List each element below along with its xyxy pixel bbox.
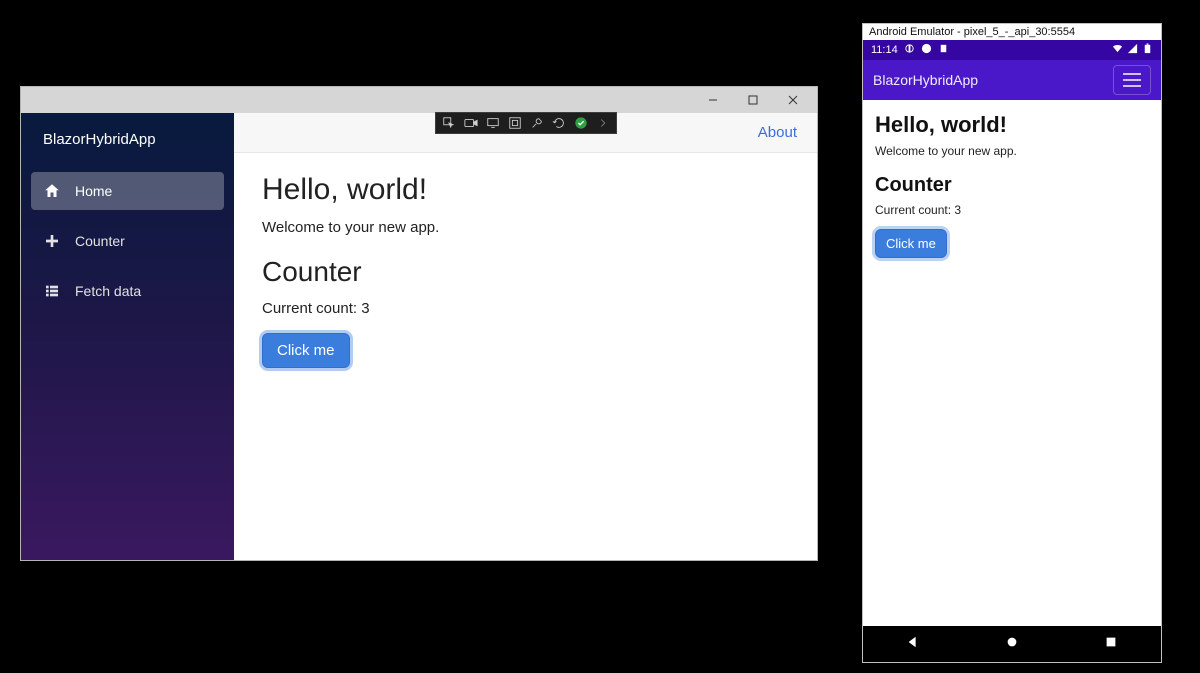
hamburger-line-icon xyxy=(1123,73,1141,75)
main-content: About Hello, world! Welcome to your new … xyxy=(234,113,817,560)
dev-status-ok-icon[interactable] xyxy=(571,114,591,132)
android-home-button[interactable] xyxy=(1005,635,1019,654)
nav-item-fetch-data[interactable]: Fetch data xyxy=(31,272,224,310)
window-minimize-button[interactable] xyxy=(695,89,731,111)
hamburger-menu-button[interactable] xyxy=(1113,65,1151,95)
hamburger-line-icon xyxy=(1123,79,1141,81)
welcome-text: Welcome to your new app. xyxy=(262,219,789,236)
count-label: Current count: xyxy=(262,300,361,317)
dev-tools-icon[interactable] xyxy=(527,114,547,132)
dev-frame-icon[interactable] xyxy=(505,114,525,132)
dev-display-icon[interactable] xyxy=(483,114,503,132)
mobile-click-me-button[interactable]: Click me xyxy=(875,229,947,258)
window-close-button[interactable] xyxy=(775,89,811,111)
status-wifi-icon xyxy=(1112,43,1123,57)
status-debug-icon xyxy=(904,43,915,57)
current-count-line: Current count: 3 xyxy=(262,300,789,317)
android-status-bar: 11:14 xyxy=(863,40,1161,60)
page-heading: Hello, world! xyxy=(262,173,789,207)
android-back-button[interactable] xyxy=(906,635,920,654)
android-recents-button[interactable] xyxy=(1104,635,1118,654)
count-value: 3 xyxy=(361,300,369,317)
nav-item-label: Home xyxy=(75,183,112,199)
sidebar: BlazorHybridApp Home Counter xyxy=(21,113,234,560)
mobile-count-label: Current count: xyxy=(875,203,954,217)
mobile-app-title: BlazorHybridApp xyxy=(873,72,978,88)
window-maximize-button[interactable] xyxy=(735,89,771,111)
page-content: Hello, world! Welcome to your new app. C… xyxy=(234,153,817,388)
status-notification-icon xyxy=(938,43,949,57)
nav-item-label: Fetch data xyxy=(75,283,141,299)
mobile-current-count-line: Current count: 3 xyxy=(875,203,1149,217)
mobile-page-heading: Hello, world! xyxy=(875,112,1149,138)
emulator-window-title: Android Emulator - pixel_5_-_api_30:5554 xyxy=(863,24,1161,40)
content-topbar: About xyxy=(234,113,817,153)
dev-toolbar xyxy=(435,112,617,134)
status-app-icon xyxy=(921,43,932,57)
emulator-screen: 11:14 BlazorHybridApp Hello, world! Welc… xyxy=(863,40,1161,662)
window-titlebar xyxy=(21,87,817,113)
desktop-window: BlazorHybridApp Home Counter xyxy=(21,87,817,560)
app-brand: BlazorHybridApp xyxy=(21,113,234,172)
dev-record-icon[interactable] xyxy=(461,114,481,132)
dev-select-element-icon[interactable] xyxy=(439,114,459,132)
mobile-welcome-text: Welcome to your new app. xyxy=(875,144,1149,158)
android-emulator-window: Android Emulator - pixel_5_-_api_30:5554… xyxy=(862,23,1162,663)
click-me-button[interactable]: Click me xyxy=(262,333,350,368)
nav-item-label: Counter xyxy=(75,233,125,249)
mobile-app-topbar: BlazorHybridApp xyxy=(863,60,1161,100)
hamburger-line-icon xyxy=(1123,85,1141,87)
dev-refresh-icon[interactable] xyxy=(549,114,569,132)
home-icon xyxy=(43,182,61,200)
android-nav-bar xyxy=(863,626,1161,662)
nav-list: Home Counter Fetch data xyxy=(21,172,234,310)
counter-heading: Counter xyxy=(262,256,789,288)
status-battery-icon xyxy=(1142,43,1153,57)
mobile-counter-heading: Counter xyxy=(875,174,1149,197)
mobile-page-content: Hello, world! Welcome to your new app. C… xyxy=(863,100,1161,626)
dev-chevron-right-icon[interactable] xyxy=(593,114,613,132)
plus-icon xyxy=(43,232,61,250)
nav-item-home[interactable]: Home xyxy=(31,172,224,210)
about-link[interactable]: About xyxy=(758,124,797,141)
list-icon xyxy=(43,282,61,300)
mobile-count-value: 3 xyxy=(954,203,961,217)
status-signal-icon xyxy=(1127,43,1138,57)
nav-item-counter[interactable]: Counter xyxy=(31,222,224,260)
status-time: 11:14 xyxy=(871,44,898,56)
